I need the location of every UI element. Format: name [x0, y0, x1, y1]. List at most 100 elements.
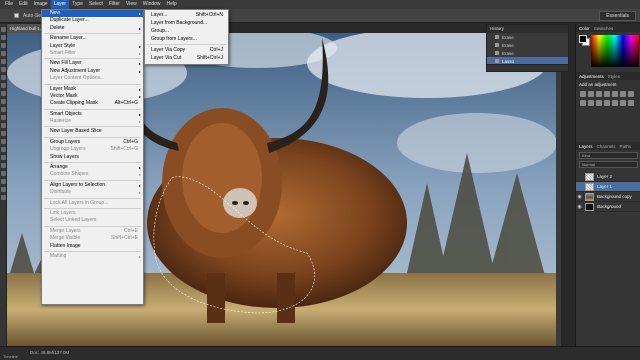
adjustment-icon[interactable] — [620, 100, 626, 106]
menu-item-layer-via-copy[interactable]: Layer Via Copy Ctrl+J — [145, 46, 228, 54]
menu-item-group-layers[interactable]: Group Layers Ctrl+G — [42, 139, 143, 146]
layer-filter-kind[interactable]: Kind — [579, 152, 638, 159]
tool-icon[interactable] — [1, 43, 6, 48]
tool-icon[interactable] — [1, 139, 6, 144]
adjustment-icon[interactable] — [612, 100, 618, 106]
menu-filter[interactable]: Filter — [106, 0, 123, 9]
tab-swatches[interactable]: Swatches — [594, 26, 614, 31]
layer-row[interactable]: ◉ Background copy — [576, 192, 640, 202]
menu-item-layer-via-cut[interactable]: Layer Via Cut Shift+Ctrl+J — [145, 54, 228, 62]
adjustment-icon[interactable] — [588, 91, 594, 97]
tool-icon[interactable] — [1, 51, 6, 56]
tab-styles[interactable]: Styles — [608, 74, 620, 79]
submenu-arrow-icon: ▸ — [138, 119, 141, 125]
tool-icon[interactable] — [1, 131, 6, 136]
tool-icon[interactable] — [1, 171, 6, 176]
menu-item-new[interactable]: New ▸ — [42, 10, 143, 18]
tool-icon[interactable] — [1, 91, 6, 96]
tab-layers[interactable]: Layers — [579, 144, 593, 149]
menu-item-layer-mask[interactable]: Layer Mask ▸ — [42, 86, 143, 93]
menu-image[interactable]: Image — [31, 0, 51, 9]
tool-icon[interactable] — [1, 155, 6, 160]
visibility-eye-icon[interactable] — [576, 172, 583, 182]
adjustment-icon[interactable] — [580, 91, 586, 97]
menu-item-vector-mask[interactable]: Vector Mask ▸ — [42, 93, 143, 100]
tool-icon[interactable] — [1, 115, 6, 120]
menu-item-show-layers[interactable]: Show Layers — [42, 154, 143, 161]
tool-icon[interactable] — [1, 75, 6, 80]
menu-item-create-clipping-mask[interactable]: Create Clipping Mask Alt+Ctrl+G — [42, 100, 143, 107]
menu-item-duplicate-layer[interactable]: Duplicate Layer... — [42, 17, 143, 24]
menu-item-arrange[interactable]: Arrange ▸ — [42, 164, 143, 171]
tool-icon[interactable] — [1, 123, 6, 128]
tool-icon[interactable] — [1, 83, 6, 88]
tab-channels[interactable]: Channels — [597, 144, 616, 149]
menu-item-layer-from-background[interactable]: Layer from Background... — [145, 19, 228, 27]
menu-item-rename-layer[interactable]: Rename Layer... — [42, 35, 143, 42]
adjustment-icon[interactable] — [612, 91, 618, 97]
menu-item-new-adjustment-layer[interactable]: New Adjustment Layer ▸ — [42, 68, 143, 75]
adjustment-icon[interactable] — [580, 100, 586, 106]
tool-icon[interactable] — [1, 179, 6, 184]
workspace-switcher[interactable]: Essentials — [599, 10, 636, 21]
color-spectrum[interactable] — [591, 35, 639, 67]
tab-paths[interactable]: Paths — [620, 144, 632, 149]
menu-item-group-from-layers[interactable]: Group from Layers... — [145, 35, 228, 43]
tool-icon[interactable] — [1, 99, 6, 104]
tool-icon[interactable] — [1, 163, 6, 168]
adjustment-icon[interactable] — [604, 91, 610, 97]
auto-select-checkbox[interactable] — [14, 13, 19, 18]
menu-type[interactable]: Type — [69, 0, 86, 9]
menu-item-layer-style[interactable]: Layer Style ▸ — [42, 43, 143, 50]
lasso-icon — [495, 59, 499, 63]
tool-icon[interactable] — [1, 107, 6, 112]
adjustment-icon[interactable] — [620, 91, 626, 97]
adjustment-icon[interactable] — [604, 100, 610, 106]
adjustment-icon[interactable] — [596, 91, 602, 97]
menu-help[interactable]: Help — [164, 0, 180, 9]
layer-row[interactable]: Layer 2 — [576, 172, 640, 182]
menu-item-align-layers-to-selection[interactable]: Align Layers to Selection ▸ — [42, 182, 143, 189]
menu-item-flatten-image[interactable]: Flatten Image — [42, 243, 143, 250]
tab-adjustments[interactable]: Adjustments — [579, 74, 604, 79]
adjustment-icon[interactable] — [628, 100, 634, 106]
adjustment-icon[interactable] — [628, 91, 634, 97]
tool-icon[interactable] — [1, 67, 6, 72]
submenu-arrow-icon: ▸ — [138, 25, 141, 31]
tool-icon[interactable] — [1, 59, 6, 64]
menu-select[interactable]: Select — [86, 0, 106, 9]
menu-window[interactable]: Window — [140, 0, 164, 9]
timeline-tab[interactable]: Timeline — [0, 354, 18, 359]
visibility-eye-icon[interactable]: ◉ — [576, 192, 583, 202]
menu-item-new-fill-layer[interactable]: New Fill Layer ▸ — [42, 60, 143, 67]
adjustment-icon[interactable] — [596, 100, 602, 106]
foreground-color-swatch[interactable] — [579, 35, 587, 43]
blend-mode-select[interactable]: Normal — [579, 161, 638, 168]
tool-icon[interactable] — [1, 35, 6, 40]
menu-view[interactable]: View — [123, 0, 140, 9]
layer-name: Layer 1 — [597, 184, 613, 189]
visibility-eye-icon[interactable] — [576, 182, 583, 192]
menu-separator — [44, 162, 141, 164]
menu-item-layer[interactable]: Layer... Shift+Ctrl+N — [145, 11, 228, 19]
layer-row[interactable]: Layer 1 — [576, 182, 640, 192]
tool-icon[interactable] — [1, 187, 6, 192]
tab-color[interactable]: Color — [579, 26, 590, 31]
menu-item-smart-objects[interactable]: Smart Objects ▸ — [42, 111, 143, 118]
tool-icon[interactable] — [1, 147, 6, 152]
tool-icon[interactable] — [1, 27, 6, 32]
menu-edit[interactable]: Edit — [16, 0, 31, 9]
tool-icon[interactable] — [1, 195, 6, 200]
layer-row[interactable]: ◉ Background — [576, 202, 640, 212]
menu-item-group[interactable]: Group... — [145, 27, 228, 35]
menu-item-delete[interactable]: Delete ▸ — [42, 25, 143, 32]
history-state[interactable]: Erase — [487, 33, 568, 41]
menu-item-new-layer-based-slice[interactable]: New Layer Based Slice — [42, 128, 143, 135]
adjustment-icon[interactable] — [588, 100, 594, 106]
history-state[interactable]: Erase — [487, 49, 568, 57]
menu-layer[interactable]: Layer — [50, 0, 70, 9]
visibility-eye-icon[interactable]: ◉ — [576, 202, 583, 212]
vertical-scrollbar[interactable] — [556, 33, 561, 346]
menu-file[interactable]: File — [2, 0, 16, 9]
history-state[interactable]: Erase — [487, 41, 568, 49]
